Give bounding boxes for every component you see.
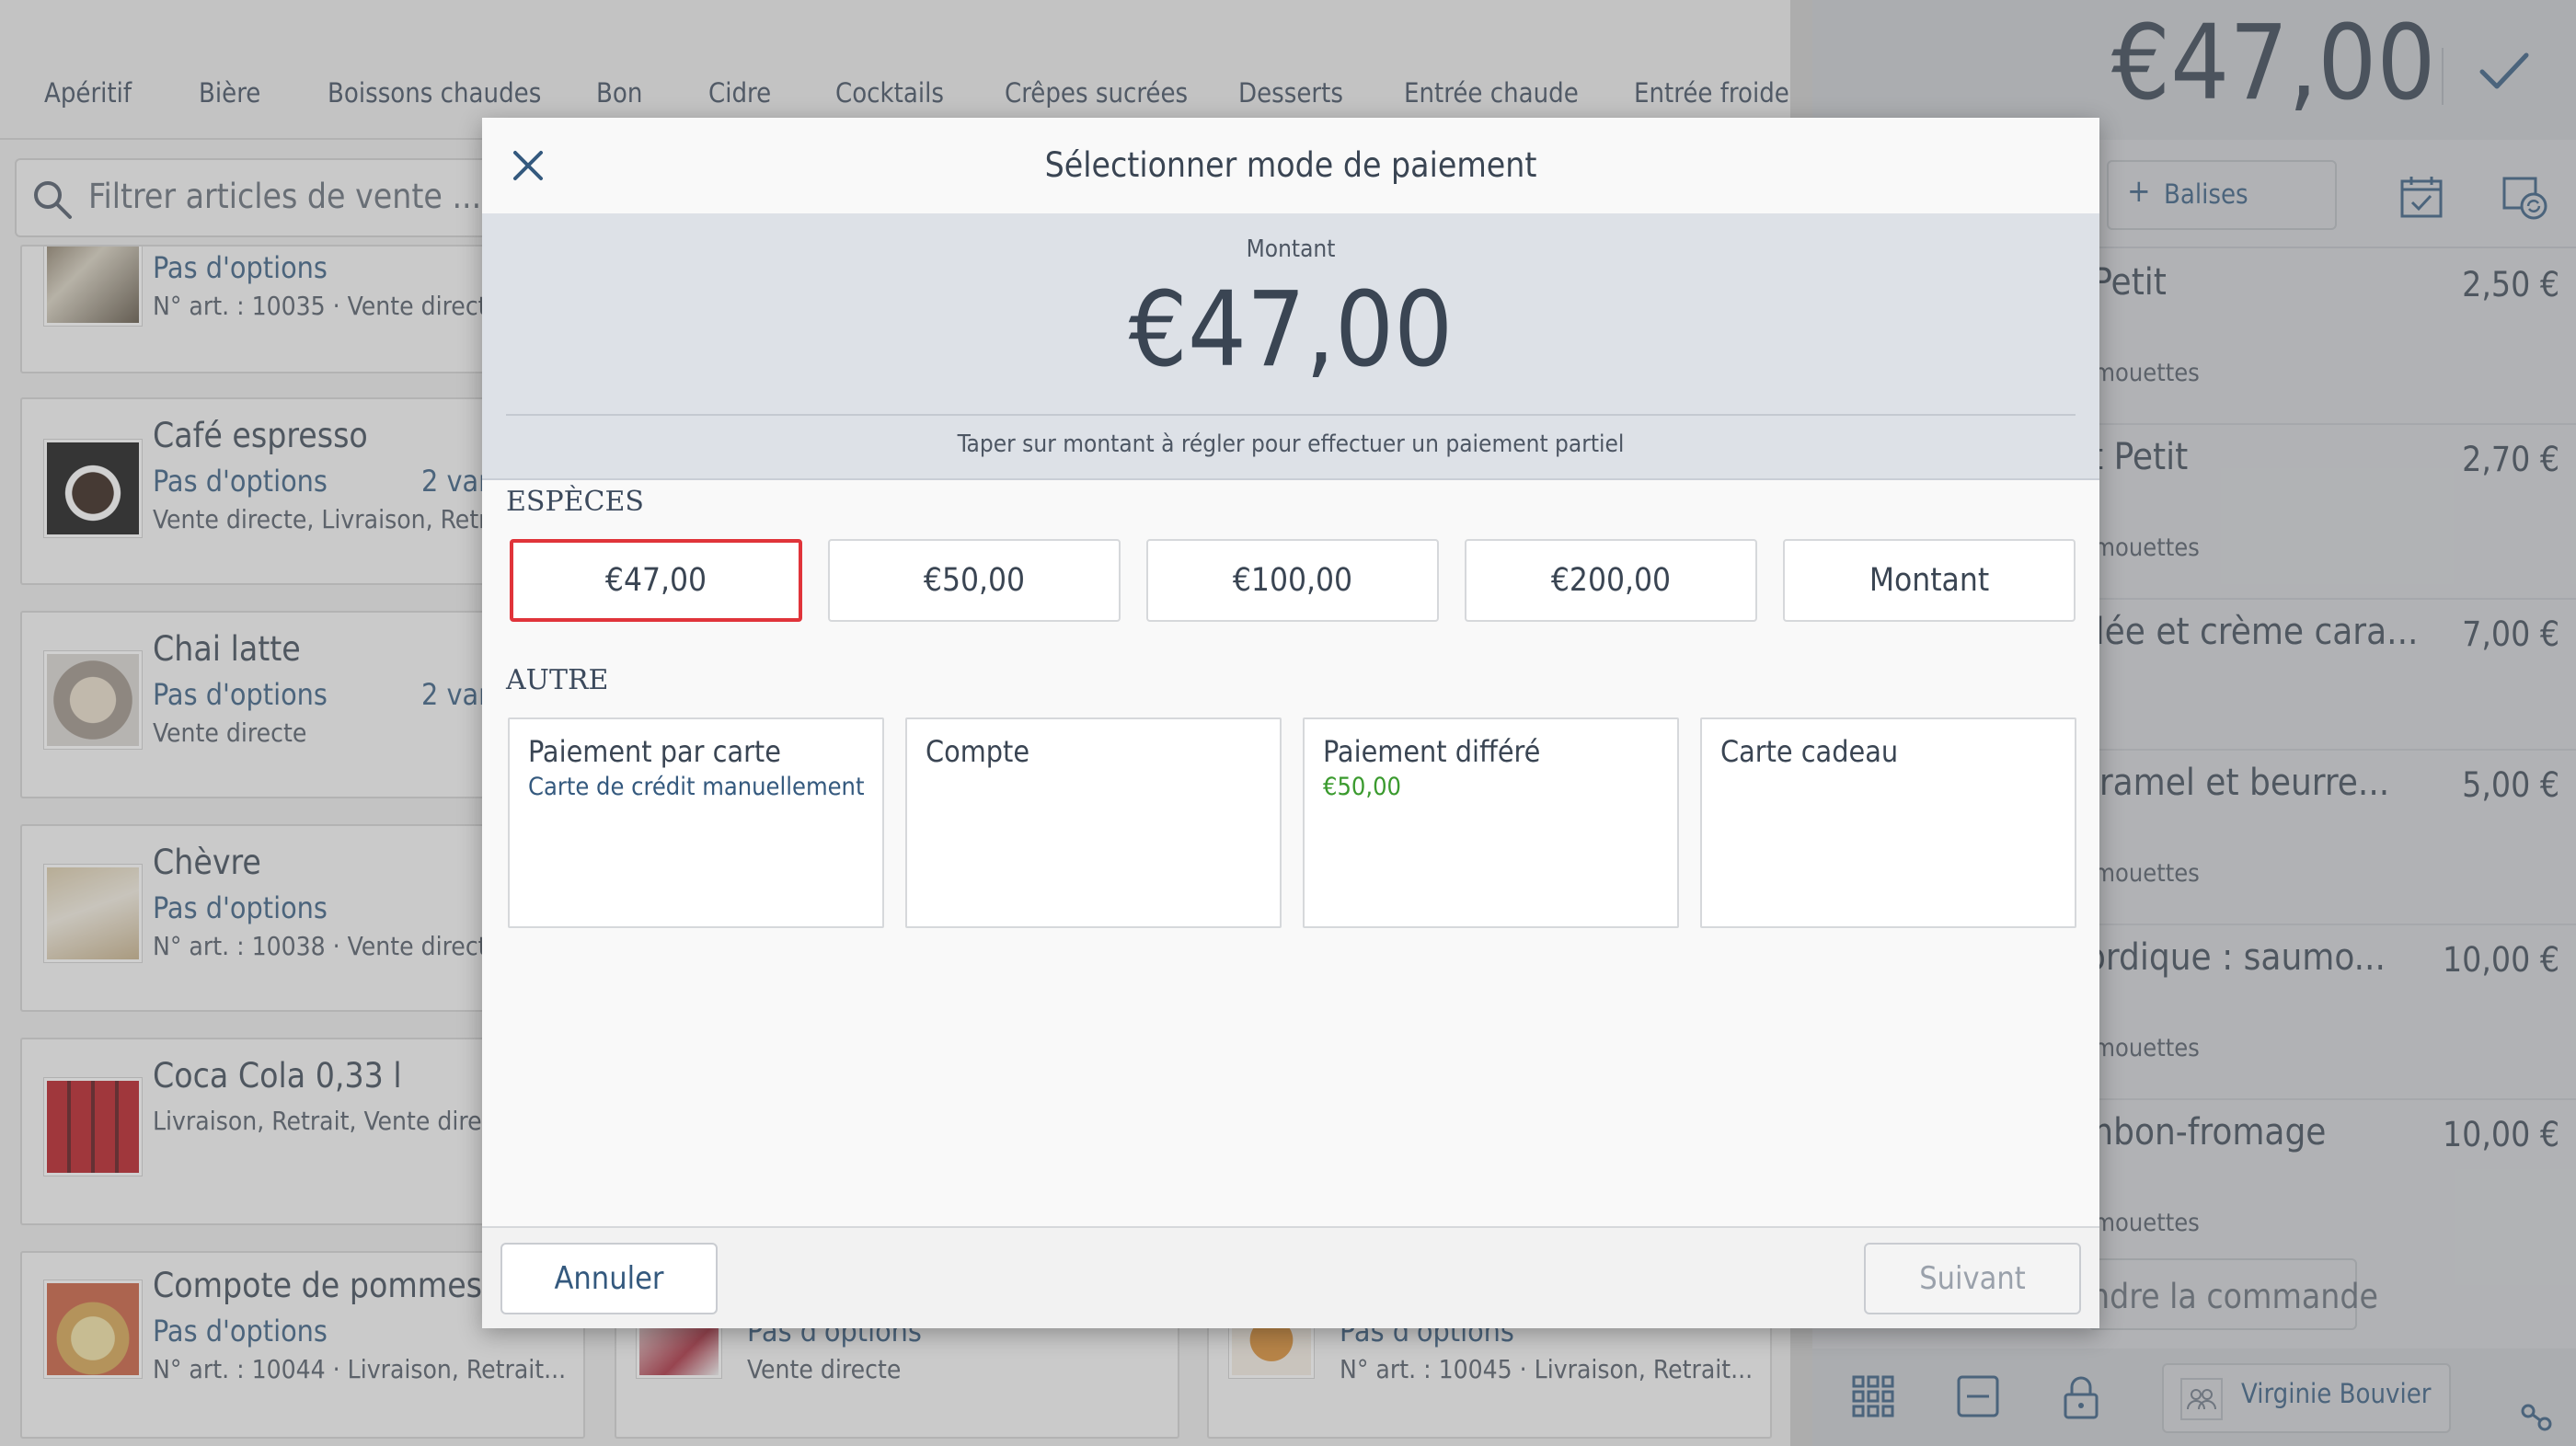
cash-section-title: ESPÈCES xyxy=(506,486,644,518)
dialog-title: Sélectionner mode de paiement xyxy=(1044,145,1537,185)
amount-hint: Taper sur montant à régler pour effectue… xyxy=(957,430,1625,458)
cash-option-button[interactable]: €200,00 xyxy=(1465,539,1757,622)
next-button[interactable]: Suivant xyxy=(1864,1243,2081,1314)
payment-method-dialog: Sélectionner mode de paiement Montant €4… xyxy=(482,118,2099,1328)
custom-amount-button[interactable]: Montant xyxy=(1783,539,2076,622)
option-subtitle: €50,00 xyxy=(1323,773,1401,801)
deferred-payment-option[interactable]: Paiement différé €50,00 xyxy=(1303,717,1679,928)
dialog-header: Sélectionner mode de paiement xyxy=(482,118,2099,213)
option-title: Paiement différé xyxy=(1323,734,1541,769)
cash-option-button[interactable]: €50,00 xyxy=(828,539,1121,622)
cash-option-button[interactable]: €100,00 xyxy=(1146,539,1439,622)
dialog-footer: Annuler Suivant xyxy=(482,1226,2099,1328)
card-payment-option[interactable]: Paiement par carte Carte de crédit manue… xyxy=(508,717,884,928)
option-title: Paiement par carte xyxy=(528,734,781,769)
amount-value[interactable]: €47,00 xyxy=(482,270,2099,390)
cash-option-button[interactable]: €47,00 xyxy=(510,539,802,622)
option-title: Carte cadeau xyxy=(1720,734,1899,769)
option-subtitle: Carte de crédit manuellement xyxy=(528,773,865,801)
other-section-title: AUTRE xyxy=(506,664,609,696)
cancel-button[interactable]: Annuler xyxy=(500,1243,718,1314)
option-title: Compte xyxy=(926,734,1030,769)
amount-panel: Montant €47,00 Taper sur montant à régle… xyxy=(482,213,2099,480)
divider xyxy=(506,414,2076,416)
account-payment-option[interactable]: Compte xyxy=(905,717,1282,928)
gift-card-payment-option[interactable]: Carte cadeau xyxy=(1700,717,2076,928)
amount-label: Montant xyxy=(1246,235,1336,263)
